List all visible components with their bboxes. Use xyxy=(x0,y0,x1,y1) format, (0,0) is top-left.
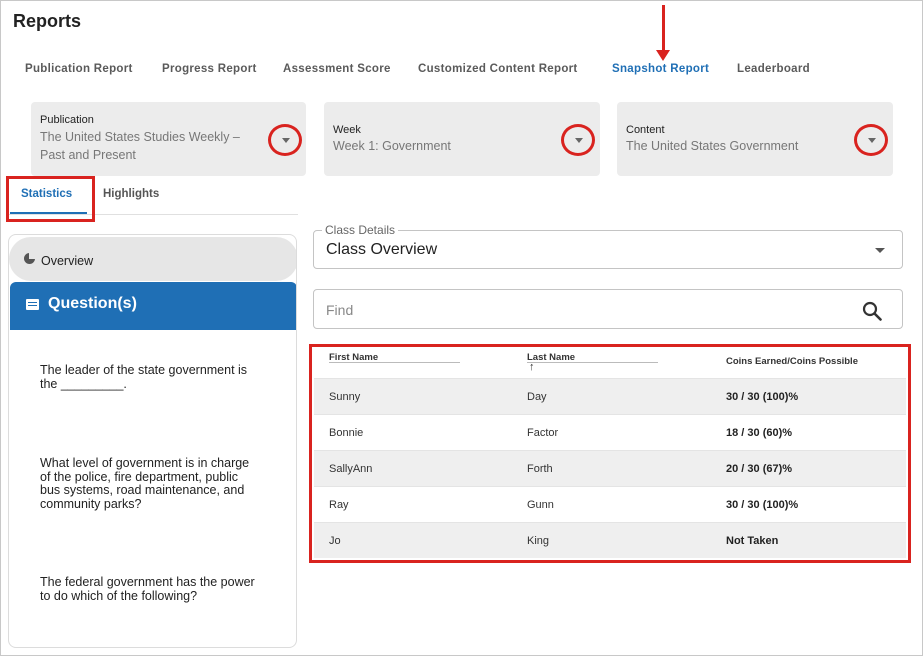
question-text-line: to do which of the following? xyxy=(40,588,198,603)
question-text-line: What level of government is in charge xyxy=(40,456,250,470)
tab-highlights[interactable]: Highlights xyxy=(103,188,159,200)
chevron-down-icon xyxy=(875,248,885,253)
tab-leaderboard[interactable]: Leaderboard xyxy=(737,63,810,75)
chevron-down-icon[interactable] xyxy=(868,138,876,143)
column-header-coins[interactable]: Coins Earned/Coins Possible xyxy=(726,356,858,367)
publication-value-line1: The United States Studies Weekly – xyxy=(40,130,240,144)
question-item[interactable]: The federal government has the power to … xyxy=(40,575,280,603)
cell-last-name: Factor xyxy=(527,427,559,439)
tab-customized-content-report[interactable]: Customized Content Report xyxy=(418,63,578,75)
table-row[interactable]: Jo King Not Taken xyxy=(314,522,906,558)
annotation-box xyxy=(6,176,95,222)
tab-publication-report[interactable]: Publication Report xyxy=(25,63,133,75)
tab-progress-report[interactable]: Progress Report xyxy=(162,63,257,75)
question-item[interactable]: The leader of the state government is th… xyxy=(40,363,280,391)
class-details-select[interactable]: Class Details Class Overview xyxy=(313,223,903,269)
page-title: Reports xyxy=(13,11,82,31)
table-header: First Name Last Name ↑ Coins Earned/Coin… xyxy=(314,347,906,380)
class-details-legend: Class Details xyxy=(322,223,399,237)
cell-last-name: Gunn xyxy=(527,499,554,511)
cell-coins: Not Taken xyxy=(726,535,779,547)
search-icon[interactable] xyxy=(862,301,882,321)
question-item[interactable]: What level of government is in charge of… xyxy=(40,456,280,511)
content-label: Content xyxy=(626,124,665,136)
cell-coins: 30 / 30 (100)% xyxy=(726,391,799,403)
question-text-line: The federal government has the power xyxy=(40,575,255,589)
week-value: Week 1: Government xyxy=(333,139,451,153)
sort-ascending-icon[interactable]: ↑ xyxy=(529,361,535,373)
content-value: The United States Government xyxy=(626,139,799,153)
class-details-value: Class Overview xyxy=(326,241,438,258)
annotation-circle xyxy=(561,124,595,156)
annotation-arrow-shaft xyxy=(662,5,665,53)
cell-coins: 20 / 30 (67)% xyxy=(726,463,793,475)
chevron-down-icon[interactable] xyxy=(282,138,290,143)
cell-first-name: SallyAnn xyxy=(329,463,373,475)
header-underline xyxy=(527,362,658,363)
cell-first-name: Ray xyxy=(329,499,349,511)
chevron-down-icon[interactable] xyxy=(575,138,583,143)
questions-panel: Overview Question(s) The leader of the s… xyxy=(8,234,297,648)
tab-assessment-score[interactable]: Assessment Score xyxy=(283,63,391,75)
cell-coins: 18 / 30 (60)% xyxy=(726,427,793,439)
table-row[interactable]: Bonnie Factor 18 / 30 (60)% xyxy=(314,414,906,450)
pie-chart-icon xyxy=(24,253,35,264)
publication-label: Publication xyxy=(40,114,94,126)
cell-last-name: Day xyxy=(527,391,547,403)
question-text-line: the _________. xyxy=(40,376,127,391)
question-text-line: community parks? xyxy=(40,496,142,511)
search-placeholder: Find xyxy=(326,302,354,318)
student-table: First Name Last Name ↑ Coins Earned/Coin… xyxy=(309,344,911,563)
table-row[interactable]: SallyAnn Forth 20 / 30 (67)% xyxy=(314,450,906,486)
header-underline xyxy=(329,362,460,363)
cell-last-name: Forth xyxy=(527,463,553,475)
week-label: Week xyxy=(333,124,361,136)
overview-label: Overview xyxy=(41,254,94,268)
annotation-circle xyxy=(854,124,888,156)
content-select[interactable]: Content The United States Government xyxy=(617,102,893,176)
questions-title: Question(s) xyxy=(48,295,137,312)
table-row[interactable]: Ray Gunn 30 / 30 (100)% xyxy=(314,486,906,522)
week-select[interactable]: Week Week 1: Government xyxy=(324,102,600,176)
cell-first-name: Bonnie xyxy=(329,427,364,439)
annotation-circle xyxy=(268,124,302,156)
cell-last-name: King xyxy=(527,535,550,547)
table-row[interactable]: Sunny Day 30 / 30 (100)% xyxy=(314,378,906,414)
newspaper-icon xyxy=(26,299,39,310)
annotation-arrow-head xyxy=(656,50,670,61)
question-text-line: The leader of the state government is xyxy=(40,363,248,377)
cell-coins: 30 / 30 (100)% xyxy=(726,499,799,511)
publication-select[interactable]: Publication The United States Studies We… xyxy=(31,102,306,176)
cell-first-name: Jo xyxy=(329,535,341,547)
question-text-line: of the police, fire department, public xyxy=(40,469,239,484)
publication-value-line2: Past and Present xyxy=(40,148,136,162)
search-input[interactable]: Find xyxy=(313,289,903,329)
tab-snapshot-report[interactable]: Snapshot Report xyxy=(612,63,709,75)
cell-first-name: Sunny xyxy=(329,391,361,403)
questions-header: Question(s) xyxy=(10,282,296,330)
overview-button[interactable]: Overview xyxy=(9,237,296,281)
question-text-line: bus systems, road maintenance, and xyxy=(40,483,245,497)
